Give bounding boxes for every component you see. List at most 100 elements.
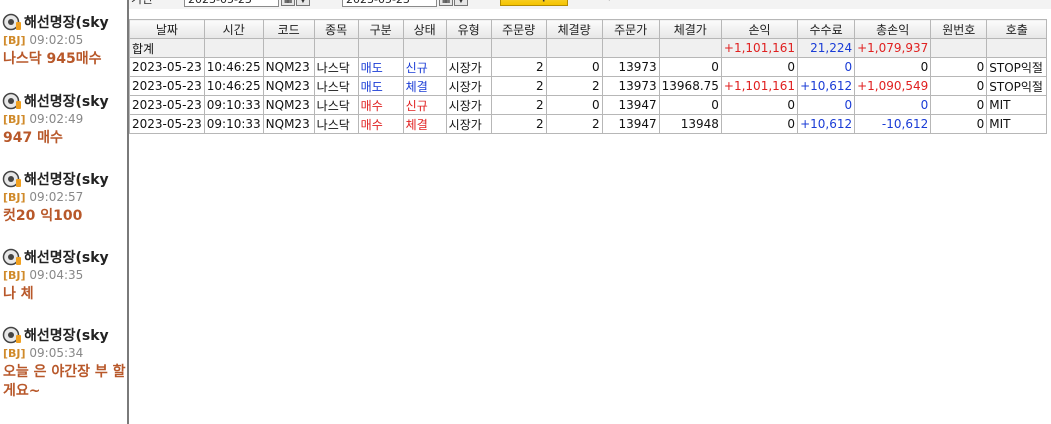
- cell-time: 09:10:33: [203, 114, 264, 134]
- cell-qty: 2: [490, 57, 547, 77]
- column-header-orig-no[interactable]: 원번호: [930, 19, 988, 39]
- cell-fill-price: 13968.75: [658, 76, 722, 96]
- summary-row[interactable]: 합계 +1,101,161 21,224 +1,079,937: [129, 38, 1048, 58]
- cell-fee: 0: [797, 57, 856, 77]
- avatar-icon: [2, 92, 21, 110]
- cell-date: 2023-05-23: [129, 76, 205, 96]
- cell-orig-no: 0: [930, 114, 988, 134]
- cell-call: MIT: [986, 95, 1048, 115]
- cell-order-price: 13973: [601, 76, 660, 96]
- period-label: 기간: [131, 0, 153, 7]
- cell-pnl: +1,101,161: [720, 76, 799, 96]
- chat-nickname[interactable]: 해선명장(sky: [24, 325, 109, 345]
- chat-nickname[interactable]: 해선명장(sky: [24, 12, 109, 32]
- chat-nickname[interactable]: 해선명장(sky: [24, 169, 109, 189]
- chat-message: 해선명장(sky [BJ] 09:02:49 947 매수: [2, 91, 127, 148]
- cell-code: NQM23: [262, 95, 315, 115]
- cell-orig-no: 0: [930, 76, 988, 96]
- cell-orig-no: 0: [930, 57, 988, 77]
- filled-only-label: 체결: [600, 0, 622, 3]
- column-header-time[interactable]: 시간: [203, 19, 264, 39]
- column-header-call[interactable]: 호출: [986, 19, 1048, 39]
- cell-fill-price: 13948: [658, 114, 722, 134]
- column-header-qty[interactable]: 주문량: [490, 19, 547, 39]
- cell-side: 매수: [357, 114, 404, 134]
- table-cell: [445, 38, 492, 58]
- bj-badge: [BJ]: [3, 269, 26, 282]
- column-header-side[interactable]: 구분: [357, 19, 404, 39]
- chat-text: 나스닥 945매수: [3, 51, 102, 67]
- cell-total-pnl: +1,090,549: [854, 76, 932, 96]
- cell-fill-price: 0: [658, 57, 722, 77]
- summary-fee: 21,224: [797, 38, 856, 58]
- chat-panel[interactable]: 해선명장(sky [BJ] 09:02:05 나스닥 945매수 해선명장(sk…: [0, 0, 127, 424]
- avatar-icon: [2, 248, 21, 266]
- summary-total-pnl: +1,079,937: [854, 38, 932, 58]
- calendar-icon[interactable]: ▦: [281, 0, 295, 6]
- end-date-field[interactable]: 2023-05-23: [342, 0, 437, 7]
- chat-text: 오늘 은 야간장 부 할게요~: [3, 364, 126, 399]
- table-cell: [357, 38, 404, 58]
- cell-date: 2023-05-23: [129, 57, 205, 77]
- cell-orig-no: 0: [930, 95, 988, 115]
- table-row[interactable]: 2023-05-23 09:10:33 NQM23 나스닥 매수 체결 시장가 …: [129, 114, 1048, 134]
- chat-text: 나 체: [3, 286, 34, 302]
- table-row[interactable]: 2023-05-23 09:10:33 NQM23 나스닥 매수 신규 시장가 …: [129, 95, 1048, 115]
- cell-side: 매도: [357, 76, 404, 96]
- cell-status: 체결: [402, 114, 447, 134]
- cell-type: 시장가: [445, 95, 492, 115]
- column-header-fill-price[interactable]: 체결가: [658, 19, 722, 39]
- cell-qty: 2: [490, 114, 547, 134]
- date-range-separator: ~: [323, 0, 333, 4]
- chat-text: 947 매수: [3, 130, 63, 146]
- order-history-panel: 기간 2023-05-23 ▦ ▼ ~ 2023-05-23 ▦ ▼ 조회 체결…: [129, 0, 1051, 424]
- column-header-code[interactable]: 코드: [262, 19, 315, 39]
- bj-badge: [BJ]: [3, 34, 26, 47]
- column-header-order-price[interactable]: 주문가: [601, 19, 660, 39]
- table-cell: [930, 38, 988, 58]
- order-grid: 날짜 시간 코드 종목 구분 상태 유형 주문량 체결량 주문가 체결가 손익 …: [129, 19, 1048, 134]
- cell-filled: 2: [545, 76, 603, 96]
- table-row[interactable]: 2023-05-23 10:46:25 NQM23 나스닥 매도 신규 시장가 …: [129, 57, 1048, 77]
- avatar-icon: [2, 326, 21, 344]
- cell-code: NQM23: [262, 114, 315, 134]
- chat-message: 해선명장(sky [BJ] 09:02:57 컷20 익100: [2, 169, 127, 226]
- column-header-fee[interactable]: 수수료: [797, 19, 856, 39]
- cell-filled: 0: [545, 95, 603, 115]
- cell-item: 나스닥: [313, 95, 359, 115]
- cell-item: 나스닥: [313, 76, 359, 96]
- chat-message: 해선명장(sky [BJ] 09:05:34 오늘 은 야간장 부 할게요~: [2, 325, 127, 401]
- cell-fill-price: 0: [658, 95, 722, 115]
- cell-status: 신규: [402, 57, 447, 77]
- avatar-icon: [2, 170, 21, 188]
- avatar-icon: [2, 13, 21, 31]
- cell-type: 시장가: [445, 114, 492, 134]
- column-header-total-pnl[interactable]: 총손익: [854, 19, 932, 39]
- chevron-down-icon[interactable]: ▼: [296, 0, 310, 6]
- column-header-date[interactable]: 날짜: [129, 19, 205, 39]
- chat-nickname[interactable]: 해선명장(sky: [24, 247, 109, 267]
- header-row: 날짜 시간 코드 종목 구분 상태 유형 주문량 체결량 주문가 체결가 손익 …: [129, 19, 1048, 39]
- calendar-icon[interactable]: ▦: [439, 0, 453, 6]
- cell-status: 신규: [402, 95, 447, 115]
- cell-call: STOP익절: [986, 76, 1048, 96]
- start-date-field[interactable]: 2023-05-23: [184, 0, 279, 7]
- column-header-item[interactable]: 종목: [313, 19, 359, 39]
- column-header-type[interactable]: 유형: [445, 19, 492, 39]
- cell-item: 나스닥: [313, 114, 359, 134]
- bj-badge: [BJ]: [3, 191, 26, 204]
- chat-time: 09:04:35: [29, 268, 84, 282]
- filter-bar: 기간 2023-05-23 ▦ ▼ ~ 2023-05-23 ▦ ▼ 조회 체결: [129, 0, 1051, 9]
- bj-badge: [BJ]: [3, 113, 26, 126]
- chevron-down-icon[interactable]: ▼: [454, 0, 468, 6]
- column-header-pnl[interactable]: 손익: [720, 19, 799, 39]
- table-cell: [658, 38, 722, 58]
- column-header-status[interactable]: 상태: [402, 19, 447, 39]
- table-row[interactable]: 2023-05-23 10:46:25 NQM23 나스닥 매도 체결 시장가 …: [129, 76, 1048, 96]
- cell-call: STOP익절: [986, 57, 1048, 77]
- cell-total-pnl: 0: [854, 57, 932, 77]
- chat-nickname[interactable]: 해선명장(sky: [24, 91, 109, 111]
- cell-code: NQM23: [262, 57, 315, 77]
- column-header-filled[interactable]: 체결량: [545, 19, 603, 39]
- search-button[interactable]: 조회: [500, 0, 568, 6]
